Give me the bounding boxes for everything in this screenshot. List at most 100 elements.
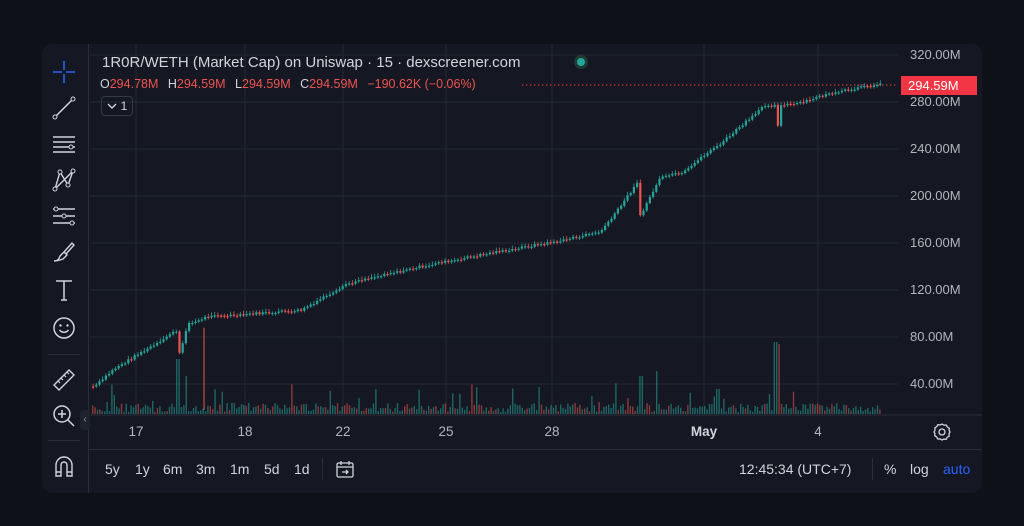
- candle: [127, 359, 130, 364]
- candle: [220, 315, 223, 317]
- volume-bar: [125, 403, 127, 414]
- auto-scale-toggle[interactable]: auto: [943, 461, 970, 477]
- horizontal-lines-tool[interactable]: [48, 128, 80, 160]
- volume-bar: [204, 411, 207, 414]
- volume-bar: [382, 408, 384, 414]
- volume-bar: [879, 409, 881, 414]
- candle: [799, 102, 802, 104]
- range-5d[interactable]: 5d: [264, 461, 280, 477]
- volume-bar: [185, 376, 187, 414]
- candle: [588, 233, 591, 236]
- volume-bar: [497, 408, 499, 414]
- volume-bar: [876, 405, 879, 414]
- crosshair-tool[interactable]: [48, 56, 80, 88]
- volume-bar: [353, 407, 355, 414]
- range-1d[interactable]: 1d: [294, 461, 310, 477]
- range-6m[interactable]: 6m: [163, 461, 182, 477]
- volume-bar: [197, 411, 199, 414]
- range-1y[interactable]: 1y: [135, 461, 150, 477]
- volume-bar: [855, 406, 857, 414]
- volume-bar: [788, 408, 790, 414]
- volume-bar: [447, 411, 449, 414]
- candle: [514, 249, 517, 251]
- volume-bar: [624, 410, 627, 414]
- candle: [786, 103, 789, 106]
- volume-bar: [440, 408, 442, 414]
- legend-toggle-button[interactable]: 1: [101, 96, 133, 116]
- pattern-tool[interactable]: [48, 164, 80, 196]
- low-label: L: [235, 77, 242, 91]
- volume-bar: [360, 411, 363, 414]
- volume-bar: [675, 407, 677, 414]
- candle: [306, 306, 309, 308]
- candle: [242, 314, 245, 316]
- magnet-tool[interactable]: [48, 450, 80, 482]
- volume-bar: [454, 408, 456, 414]
- candle: [764, 106, 767, 108]
- ruler-tool[interactable]: [48, 364, 80, 396]
- log-scale-toggle[interactable]: log: [910, 461, 929, 477]
- volume-bar: [425, 410, 427, 414]
- volume-bar: [483, 410, 485, 414]
- chart-title: 1R0R/WETH (Market Cap) on Uniswap · 15 ·…: [102, 54, 521, 71]
- volume-bar: [768, 393, 771, 414]
- volume-bar: [132, 407, 135, 414]
- volume-bar: [744, 408, 747, 414]
- collapse-toolbar-button[interactable]: ‹: [80, 410, 90, 430]
- price-tick: 120.00M: [910, 282, 961, 297]
- volume-bar: [737, 411, 739, 414]
- candle: [280, 310, 283, 312]
- range-5y[interactable]: 5y: [105, 461, 120, 477]
- volume-bar: [550, 404, 552, 414]
- volume-bar: [344, 405, 346, 414]
- volume-bar: [509, 405, 511, 414]
- candle: [229, 314, 232, 317]
- trend-line-tool[interactable]: [48, 92, 80, 124]
- candle: [255, 312, 258, 315]
- volume-bar: [348, 405, 351, 414]
- candle: [776, 104, 779, 126]
- brush-tool[interactable]: [48, 236, 80, 268]
- candle: [840, 90, 843, 93]
- horizontal-lines-icon: [53, 136, 75, 153]
- volume-bar: [195, 406, 197, 414]
- volume-bar: [101, 411, 103, 414]
- candle: [818, 95, 821, 98]
- candle: [184, 331, 187, 344]
- candle: [664, 175, 667, 177]
- candle: [111, 370, 114, 374]
- time-tick: 25: [438, 424, 454, 439]
- volume-bar: [615, 383, 617, 414]
- volume-bar: [380, 408, 382, 414]
- volume-bar: [411, 407, 413, 414]
- volume-bar: [142, 407, 144, 414]
- volume-bar: [207, 405, 209, 414]
- emoji-tool[interactable]: [48, 312, 80, 344]
- zoom-in-tool[interactable]: [48, 400, 80, 432]
- candle: [546, 242, 549, 245]
- candle: [216, 315, 219, 317]
- range-1m[interactable]: 1m: [230, 461, 249, 477]
- volume-bar: [495, 409, 497, 414]
- candle: [485, 254, 488, 256]
- range-3m[interactable]: 3m: [196, 461, 215, 477]
- volume-bar: [461, 407, 463, 414]
- volume-bar: [320, 406, 322, 414]
- live-status-icon: [574, 55, 588, 69]
- percent-scale-toggle[interactable]: %: [884, 461, 896, 477]
- volume-bar: [485, 407, 487, 414]
- candle: [623, 200, 626, 206]
- measure-tool[interactable]: [48, 200, 80, 232]
- volume-bar: [668, 405, 670, 414]
- text-tool[interactable]: [48, 274, 80, 306]
- volume-bar: [581, 409, 583, 414]
- volume-bar: [572, 404, 574, 414]
- candle: [175, 331, 178, 333]
- candle: [412, 268, 415, 270]
- volume-bar: [228, 410, 231, 414]
- gear-icon[interactable]: [932, 422, 952, 442]
- volume-bar: [269, 409, 271, 414]
- calendar-icon[interactable]: [335, 459, 355, 479]
- candle: [520, 246, 523, 249]
- volume-bar: [608, 404, 610, 414]
